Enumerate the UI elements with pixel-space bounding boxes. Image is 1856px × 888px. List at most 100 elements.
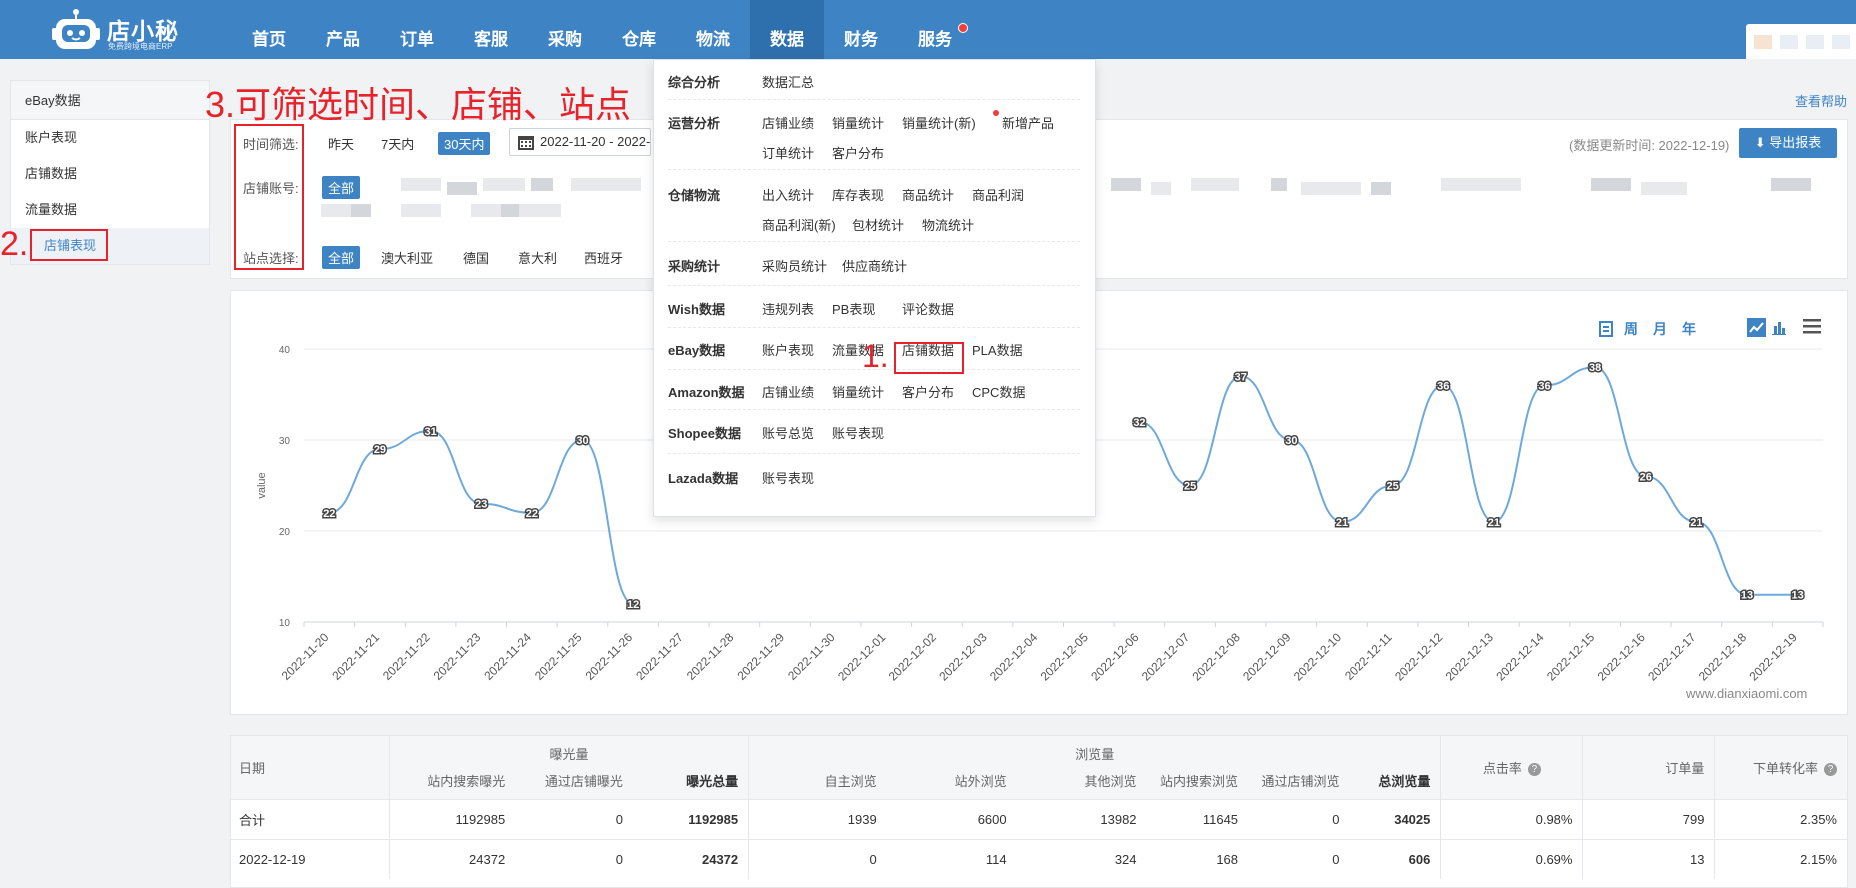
col-orders: 订单量 [1582, 736, 1715, 799]
cell: 2.15% [1714, 838, 1847, 879]
sidebar-item-account-performance[interactable]: 账户表现 [11, 120, 209, 156]
annotation-step-1: 1. [862, 338, 889, 374]
col-external-views: 站外浏览 [886, 763, 1017, 799]
sidebar-item-store-data[interactable]: 店铺数据 [11, 156, 209, 192]
time-option-yesterday[interactable]: 昨天 [322, 132, 360, 155]
user-account-area[interactable] [1746, 24, 1856, 59]
menu-item[interactable]: 商品利润 [972, 185, 1024, 204]
blurred-shop-name[interactable] [1191, 178, 1239, 191]
blurred-shop-name[interactable] [571, 178, 641, 191]
site-option-spain[interactable]: 西班牙 [578, 246, 629, 269]
nav-logistics[interactable]: 物流 [676, 0, 750, 59]
menu-item[interactable]: 出入统计 [762, 185, 814, 204]
blurred-shop-name[interactable] [1641, 182, 1687, 195]
menu-item[interactable]: PLA数据 [972, 340, 1023, 359]
menu-item[interactable]: 账户表现 [762, 340, 814, 359]
menu-item[interactable]: 采购员统计 [762, 256, 827, 275]
blurred-shop-name[interactable] [1301, 182, 1361, 195]
blurred-shop-name[interactable] [531, 178, 553, 191]
blurred-shop-name[interactable] [1151, 182, 1171, 195]
menu-row: Shopee数据 账号总览 账号表现 [668, 410, 1080, 454]
menu-item[interactable]: 销量统计 [832, 382, 884, 401]
menu-item[interactable]: 新增产品 [1002, 113, 1054, 132]
menu-item[interactable]: 商品利润(新) [762, 215, 836, 234]
nav-finance[interactable]: 财务 [824, 0, 898, 59]
menu-item[interactable]: 物流统计 [922, 215, 974, 234]
menu-item[interactable]: 评论数据 [902, 299, 954, 318]
shop-option-all[interactable]: 全部 [322, 176, 361, 199]
export-report-button[interactable]: ⬇ 导出报表 [1739, 128, 1837, 158]
nav-products[interactable]: 产品 [306, 0, 380, 59]
help-link[interactable]: 查看帮助 [1795, 91, 1847, 110]
sidebar-item-traffic-data[interactable]: 流量数据 [11, 192, 209, 228]
x-tick-label: 2022-12-06 [1088, 630, 1142, 684]
menu-item[interactable]: 账号总览 [762, 423, 814, 442]
blurred-shop-name[interactable] [351, 204, 371, 217]
menu-item[interactable]: 账号表现 [832, 423, 884, 442]
data-table: 日期 曝光量 浏览量 点击率? 订单量 下单转化率? 站内搜索曝光 通过店铺曝光… [231, 736, 1847, 879]
blurred-shop-name[interactable] [401, 204, 441, 217]
time-option-7days[interactable]: 7天内 [375, 132, 420, 155]
menu-item[interactable]: 销量统计 [832, 113, 884, 132]
menu-item[interactable]: 商品统计 [902, 185, 954, 204]
menu-item[interactable]: 客户分布 [902, 382, 954, 401]
menu-item[interactable]: 库存表现 [832, 185, 884, 204]
menu-item[interactable]: 违规列表 [762, 299, 814, 318]
nav-purchase[interactable]: 采购 [528, 0, 602, 59]
blurred-shop-name[interactable] [447, 182, 477, 195]
nav-orders[interactable]: 订单 [380, 0, 454, 59]
menu-item[interactable]: 供应商统计 [842, 256, 907, 275]
time-option-30days[interactable]: 30天内 [438, 132, 491, 155]
menu-item[interactable]: 销量统计(新) [902, 113, 976, 132]
menu-item[interactable]: 包材统计 [852, 215, 904, 234]
blurred-shop-name[interactable] [1441, 178, 1521, 191]
nav-customer-service[interactable]: 客服 [454, 0, 528, 59]
blurred-shop-name[interactable] [483, 178, 525, 191]
site-option-germany[interactable]: 德国 [457, 246, 495, 269]
nav-home[interactable]: 首页 [232, 0, 306, 59]
col-conversion-label: 下单转化率 [1752, 760, 1818, 776]
logo[interactable]: 店小秘 免费跨境电商ERP [52, 8, 182, 52]
cell: 114 [886, 838, 1017, 879]
x-tick-label: 2022-11-30 [785, 630, 838, 683]
blurred-shop-name[interactable] [1111, 178, 1141, 191]
blurred-shop-name[interactable] [1271, 178, 1287, 191]
data-table-panel: 日期 曝光量 浏览量 点击率? 订单量 下单转化率? 站内搜索曝光 通过店铺曝光… [230, 735, 1848, 888]
cell: 0 [515, 838, 633, 879]
cell: 6600 [886, 798, 1017, 839]
menu-item[interactable]: 店铺业绩 [762, 382, 814, 401]
data-label: 21 [1488, 517, 1500, 529]
blurred-shop-name[interactable] [501, 204, 519, 217]
site-option-italy[interactable]: 意大利 [512, 246, 563, 269]
blurred-shop-name[interactable] [1771, 178, 1811, 191]
menu-item[interactable]: CPC数据 [972, 382, 1025, 401]
site-option-all[interactable]: 全部 [322, 246, 361, 269]
cell: 0 [1248, 838, 1350, 879]
menu-item[interactable]: 客户分布 [832, 143, 884, 162]
x-tick-label: 2022-12-03 [936, 630, 990, 684]
date-range-input[interactable]: 2022-11-20 - 2022-12-19 [509, 128, 651, 156]
site-option-australia[interactable]: 澳大利亚 [375, 246, 439, 269]
nav-data[interactable]: 数据 [750, 0, 824, 59]
blurred-shop-name[interactable] [1371, 182, 1391, 195]
menu-row: 仓储物流 出入统计 库存表现 商品统计 商品利润 商品利润(新) 包材统计 物流… [668, 170, 1080, 242]
help-icon[interactable]: ? [1824, 762, 1837, 776]
menu-item[interactable]: 店铺业绩 [762, 113, 814, 132]
col-search-impressions: 站内搜索曝光 [388, 763, 516, 799]
x-tick-label: 2022-11-25 [532, 630, 585, 683]
x-tick-label: 2022-12-02 [886, 630, 940, 684]
watermark: www.dianxiaomi.com [1686, 686, 1808, 701]
data-label: 38 [1589, 362, 1601, 374]
cell: 606 [1349, 838, 1441, 879]
help-icon[interactable]: ? [1527, 762, 1541, 776]
blurred-text [1832, 35, 1850, 49]
menu-item[interactable]: 数据汇总 [762, 72, 814, 91]
blurred-avatar [1754, 35, 1772, 49]
nav-warehouse[interactable]: 仓库 [602, 0, 676, 59]
menu-item[interactable]: 订单统计 [762, 143, 814, 162]
blurred-shop-name[interactable] [401, 178, 441, 191]
menu-item[interactable]: 账号表现 [762, 468, 814, 487]
blurred-shop-name[interactable] [1591, 178, 1631, 191]
col-group-views: 浏览量 [748, 736, 1441, 763]
menu-item[interactable]: PB表现 [832, 299, 875, 318]
